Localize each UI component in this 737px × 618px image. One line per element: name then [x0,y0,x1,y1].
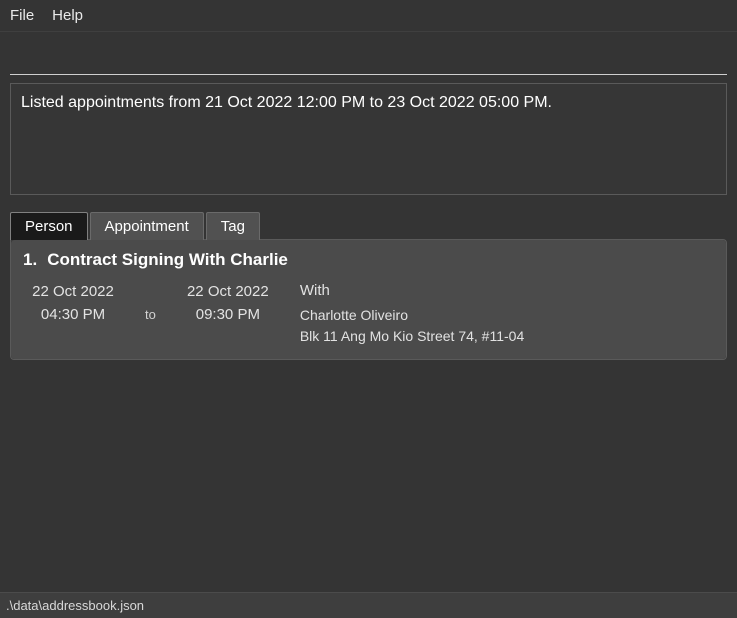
divider [10,74,727,75]
to-label: to [145,305,156,322]
appointment-body: 22 Oct 2022 04:30 PM to 22 Oct 2022 09:3… [23,280,714,347]
appointment-title-row: 1. Contract Signing With Charlie [23,250,714,270]
appointment-card[interactable]: 1. Contract Signing With Charlie 22 Oct … [11,240,726,359]
statusbar: .\data\addressbook.json [0,592,737,618]
tab-bar: Person Appointment Tag [10,211,727,239]
tab-person[interactable]: Person [10,212,88,240]
start-date: 22 Oct 2022 [25,280,121,303]
start-time: 04:30 PM [25,303,121,326]
appointment-title: Contract Signing With Charlie [47,250,288,270]
appointment-index: 1. [23,250,37,270]
tab-appointment[interactable]: Appointment [90,212,204,240]
end-datetime: 22 Oct 2022 09:30 PM [180,280,276,327]
end-date: 22 Oct 2022 [180,280,276,303]
menu-help[interactable]: Help [52,7,83,24]
with-label: With [300,280,524,303]
tab-tag[interactable]: Tag [206,212,260,240]
list-panel: 1. Contract Signing With Charlie 22 Oct … [10,239,727,360]
menu-file[interactable]: File [10,7,34,24]
menubar: File Help [0,0,737,32]
content-area: Listed appointments from 21 Oct 2022 12:… [0,32,737,360]
start-datetime: 22 Oct 2022 04:30 PM [25,280,121,327]
with-address: Blk 11 Ang Mo Kio Street 74, #11-04 [300,326,524,347]
appointment-details: With Charlotte Oliveiro Blk 11 Ang Mo Ki… [300,280,524,347]
with-name: Charlotte Oliveiro [300,305,524,326]
result-message: Listed appointments from 21 Oct 2022 12:… [21,94,716,112]
result-message-box: Listed appointments from 21 Oct 2022 12:… [10,83,727,195]
end-time: 09:30 PM [180,303,276,326]
statusbar-path: .\data\addressbook.json [6,598,144,613]
